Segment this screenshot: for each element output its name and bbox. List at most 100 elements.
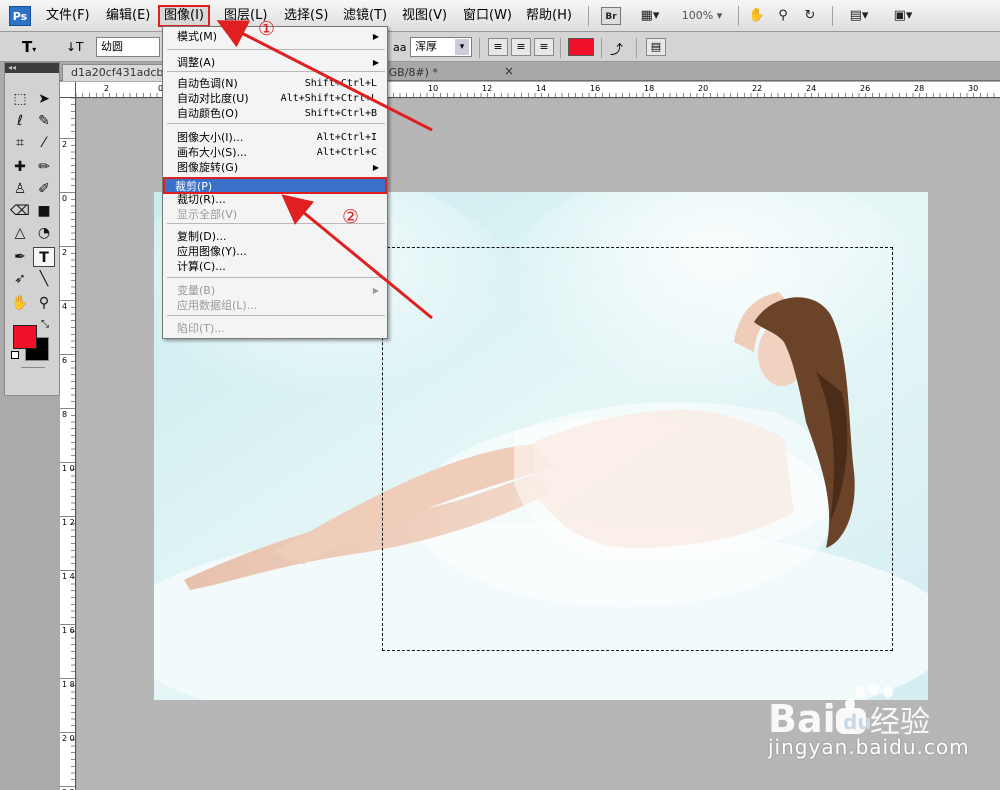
options-separator [560,38,561,58]
ruler-label: 10 [428,84,438,93]
align-left-icon[interactable]: ≡ [488,38,508,56]
menu-edit[interactable]: 编辑(E) [106,8,150,24]
zoom-value: 100% [681,9,714,22]
quick-select-tool-icon[interactable]: ✎ [33,111,55,131]
menu-help[interactable]: 帮助(H) [526,8,572,24]
menu-separator [167,49,385,50]
image-menu-item[interactable]: 应用图像(Y)... [167,244,383,259]
selection-marquee[interactable] [382,247,893,651]
image-menu-item[interactable]: 自动色调(N) Shift+Ctrl+L [167,76,383,91]
ruler-label: 4 [62,302,67,311]
default-colors-icon[interactable] [11,351,19,359]
zoom-level[interactable]: 100% ▾ [680,7,724,25]
hand-tool-icon[interactable]: ✋ [748,7,766,25]
menu-item-shortcut: Alt+Ctrl+C [316,147,377,158]
vertical-ruler-ticks: 2024681 01 21 41 61 82 02 2 [60,98,75,790]
warp-text-icon[interactable]: ⤴ [610,39,623,58]
eraser-tool-icon[interactable]: ⌫ [9,201,31,221]
zoom-tool-panel-icon[interactable]: ⚲ [33,293,55,313]
type-tool-preset[interactable]: T▾ [22,38,36,56]
character-panel-icon[interactable]: ▤ [646,38,666,56]
ruler-label: 2 [62,140,67,149]
history-brush-tool-icon[interactable]: ✐ [33,179,55,199]
arrange-documents-icon[interactable]: ▤▾ [842,7,876,25]
ruler-label: 0 [62,194,67,203]
image-menu-item[interactable]: 画布大小(S)... Alt+Ctrl+C [167,145,383,160]
menu-item-label: 画布大小(S)... [177,146,248,159]
document-tab-mode: RGB/8#) * [381,66,438,79]
path-selection-tool-icon[interactable]: ➶ [9,269,31,289]
blur-tool-icon[interactable]: △ [9,223,31,243]
menu-item-label: 图像大小(I)... [177,131,244,144]
menu-separator [167,123,385,124]
bridge-button[interactable]: Br [601,7,621,25]
lasso-tool-icon[interactable]: ℓ [9,111,31,131]
menu-separator [167,277,385,278]
screen-mode-icon[interactable]: ▣▾ [886,7,920,25]
vertical-ruler[interactable]: 2024681 01 21 41 61 82 02 2 [60,98,76,790]
image-menu-item: 应用数据组(L)... [167,298,383,313]
ruler-label: 2 [104,84,109,93]
align-right-icon[interactable]: ≡ [534,38,554,56]
text-orientation-icon[interactable]: ↓T [66,40,83,54]
toolbar-separator [738,6,739,26]
line-tool-icon[interactable]: ╲ [33,269,55,289]
menu-item-shortcut: Shift+Ctrl+L [304,78,377,89]
menu-item-label: 裁切(R)... [177,193,226,206]
toolbar-separator [588,6,589,26]
ruler-label: 22 [752,84,762,93]
text-color-swatch[interactable] [568,38,594,56]
menu-item-label: 计算(C)... [177,260,226,273]
image-menu-item[interactable]: 裁切(R)... [167,192,383,207]
rotate-view-icon[interactable]: ↻ [800,7,820,25]
close-icon[interactable]: × [504,64,514,79]
options-separator [636,38,637,58]
marquee-tool-icon[interactable]: ⬚ [9,89,31,109]
menu-file[interactable]: 文件(F) [46,8,90,24]
photoshop-logo: Ps [9,6,31,26]
zoom-tool-icon[interactable]: ⚲ [774,7,792,25]
hand-tool-panel-icon[interactable]: ✋ [9,293,31,313]
menu-separator [167,315,385,316]
healing-brush-tool-icon[interactable]: ✚ [9,157,31,177]
font-family-field[interactable]: 幼圆 [96,37,160,57]
ruler-label: 2 [62,248,67,257]
image-menu-item[interactable]: 图像大小(I)... Alt+Ctrl+I [167,130,383,145]
type-tool-label: T [22,38,33,56]
tools-panel-header[interactable]: ◂◂ [5,63,59,73]
menu-image[interactable]: 图像(I) [158,5,210,27]
image-menu-item[interactable]: 复制(D)... [167,229,383,244]
align-center-icon[interactable]: ≡ [511,38,531,56]
swap-colors-icon[interactable]: ⤡ [41,319,49,330]
ruler-origin[interactable] [60,82,76,98]
tools-panel: ◂◂ ⬚ ➤ ℓ ✎ ⌗ ⁄ ✚ ✏ ♙ ✐ ⌫ ■ △ ◔ ✒ T ➶ ╲ ✋… [4,62,60,396]
foreground-color-swatch[interactable] [13,325,37,349]
anti-alias-label: aa [393,41,407,54]
image-menu-item[interactable]: 自动颜色(O) Shift+Ctrl+B [167,106,383,121]
image-menu-item[interactable]: 调整(A) ▶ [167,55,383,70]
brush-tool-icon[interactable]: ✏ [33,157,55,177]
eyedropper-tool-icon[interactable]: ⁄ [33,133,55,153]
clone-stamp-tool-icon[interactable]: ♙ [9,179,31,199]
menu-item-label: 调整(A) [177,56,216,69]
dodge-tool-icon[interactable]: ◔ [33,223,55,243]
gradient-tool-icon[interactable]: ■ [33,201,55,221]
menu-item-shortcut: Shift+Ctrl+B [304,108,377,119]
type-tool-icon[interactable]: T [33,247,55,267]
pen-tool-icon[interactable]: ✒ [9,247,31,267]
image-menu-item[interactable]: 图像旋转(G) ▶ [167,160,383,175]
crop-tool-icon[interactable]: ⌗ [9,133,31,153]
image-menu-item[interactable]: 计算(C)... [167,259,383,274]
menu-filter[interactable]: 滤镜(T) [343,8,387,24]
menu-select[interactable]: 选择(S) [284,8,328,24]
menu-item-label: 变量(B) [177,284,216,297]
menu-view[interactable]: 视图(V) [402,8,447,24]
anti-alias-select[interactable]: 浑厚 ▾ [410,37,472,57]
menu-item-label: 应用数据组(L)... [177,299,258,312]
screen-layout-icon[interactable]: ▦▾ [635,7,665,25]
image-menu-item[interactable]: 自动对比度(U) Alt+Shift+Ctrl+L [167,91,383,106]
ruler-label: 6 [62,356,67,365]
menu-item-label: 陷印(T)... [177,322,225,335]
menu-window[interactable]: 窗口(W) [463,8,512,24]
move-tool-icon[interactable]: ➤ [33,89,55,109]
